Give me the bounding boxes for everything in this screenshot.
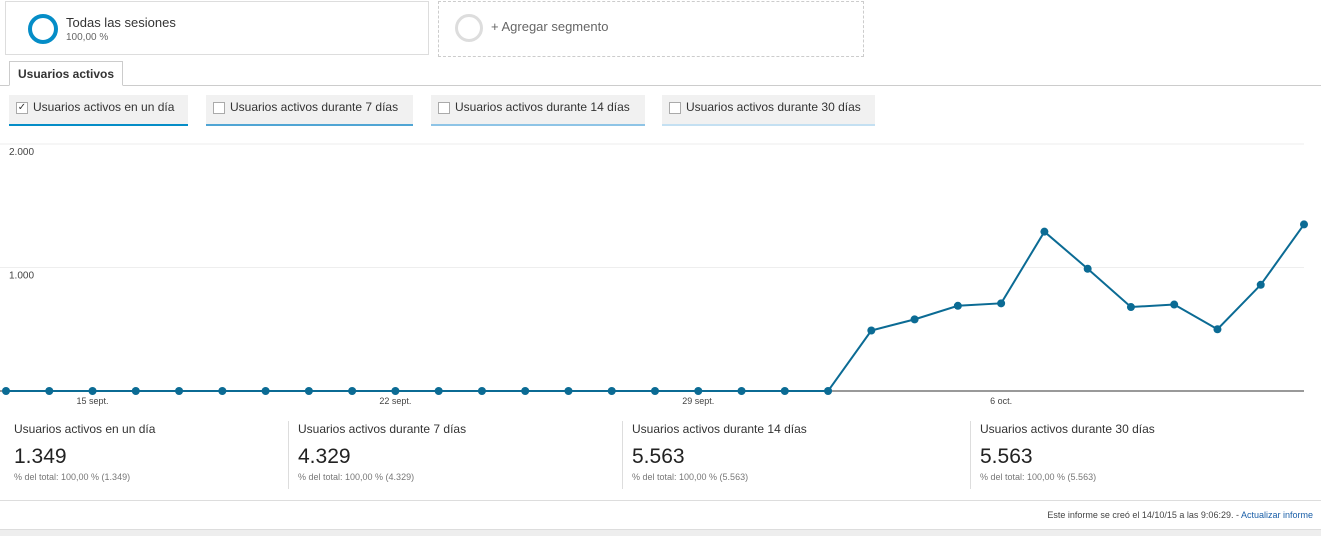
data-point — [304, 387, 313, 395]
segment-title: Todas las sesiones — [66, 15, 176, 30]
data-point — [1170, 300, 1179, 309]
x-tick-label: 15 sept. — [77, 396, 109, 406]
scorecard-value: 5.563 — [632, 445, 685, 468]
scorecard-name: Usuarios activos durante 7 días — [298, 422, 467, 436]
active-users-line-chart: 2.000 1.000 15 sept. 22 sept. 29 sept. 6 oct. — [0, 143, 1308, 406]
data-point — [348, 387, 357, 395]
segment-percentage: 100,00 % — [66, 32, 109, 43]
segment-ring-icon — [28, 14, 58, 44]
metric-toggle-1-day[interactable]: ✓ Usuarios activos en un día — [9, 95, 188, 126]
scorecard-value: 4.329 — [298, 445, 351, 468]
data-point — [564, 387, 573, 395]
data-point — [651, 387, 659, 395]
scorecard-name: Usuarios activos en un día — [14, 422, 156, 436]
checkbox-checked-icon[interactable]: ✓ — [16, 102, 28, 114]
data-point — [780, 387, 789, 395]
data-point — [867, 326, 876, 335]
add-segment-label: + Agregar segmento — [491, 19, 609, 34]
data-point — [1300, 220, 1308, 229]
data-point — [218, 387, 227, 395]
metric-label: Usuarios activos durante 7 días — [230, 100, 399, 114]
data-point — [45, 387, 54, 395]
metric-label: Usuarios activos en un día — [33, 100, 175, 114]
footer-divider — [0, 500, 1321, 501]
data-point — [434, 387, 443, 395]
data-point — [1256, 280, 1265, 289]
data-point — [607, 387, 616, 395]
data-point — [953, 301, 962, 310]
scorecard-name: Usuarios activos durante 14 días — [632, 422, 807, 436]
data-point — [477, 387, 486, 395]
metric-toggle-14-days[interactable]: Usuarios activos durante 14 días — [431, 95, 645, 126]
y-tick-label: 2.000 — [9, 147, 34, 158]
scorecard-percentage: % del total: 100,00 % (5.563) — [980, 472, 1097, 482]
scorecard-value: 5.563 — [980, 445, 1033, 468]
data-point — [521, 387, 530, 395]
data-point — [824, 387, 833, 395]
metric-label: Usuarios activos durante 30 días — [686, 100, 861, 114]
scorecard-divider — [622, 421, 623, 489]
data-point — [88, 387, 97, 395]
data-point — [1083, 264, 1092, 273]
data-point — [2, 387, 10, 395]
x-tick-label: 22 sept. — [379, 396, 411, 406]
data-point — [737, 387, 746, 395]
checkbox-icon[interactable] — [669, 102, 681, 114]
data-point — [391, 387, 400, 395]
scorecard-divider — [970, 421, 971, 489]
data-point — [997, 299, 1006, 308]
scorecard-percentage: % del total: 100,00 % (1.349) — [14, 472, 131, 482]
data-point — [131, 387, 140, 395]
metric-label: Usuarios activos durante 14 días — [455, 100, 630, 114]
metric-toggle-7-days[interactable]: Usuarios activos durante 7 días — [206, 95, 413, 126]
data-point — [910, 315, 919, 324]
tab-usuarios-activos[interactable]: Usuarios activos — [9, 61, 124, 86]
refresh-report-link[interactable]: Actualizar informe — [1241, 510, 1313, 520]
scorecard-percentage: % del total: 100,00 % (5.563) — [632, 472, 749, 482]
checkbox-icon[interactable] — [438, 102, 450, 114]
metric-toggle-30-days[interactable]: Usuarios activos durante 30 días — [662, 95, 875, 126]
data-point — [1040, 227, 1049, 236]
segment-all-sessions[interactable]: Todas las sesiones 100,00 % — [5, 1, 429, 55]
report-created-text: Este informe se creó el 14/10/15 a las 9… — [1047, 510, 1241, 520]
scorecard-name: Usuarios activos durante 30 días — [980, 422, 1155, 436]
data-point — [694, 387, 703, 395]
tab-divider — [0, 85, 1321, 86]
data-point — [175, 387, 184, 395]
report-footer: Este informe se creó el 14/10/15 a las 9… — [1047, 510, 1313, 520]
y-tick-label: 1.000 — [9, 271, 34, 282]
add-segment-button[interactable]: + Agregar segmento — [438, 1, 864, 57]
empty-segment-ring-icon — [455, 14, 483, 42]
series-line — [6, 223, 1305, 392]
data-point — [1126, 303, 1135, 312]
scorecard-percentage: % del total: 100,00 % (4.329) — [298, 472, 415, 482]
x-tick-label: 29 sept. — [682, 396, 714, 406]
scorecard-value: 1.349 — [14, 445, 67, 468]
scorecard-divider — [288, 421, 289, 489]
x-tick-label: 6 oct. — [990, 396, 1012, 406]
checkbox-icon[interactable] — [213, 102, 225, 114]
data-point — [1213, 325, 1222, 334]
data-point — [261, 387, 270, 395]
